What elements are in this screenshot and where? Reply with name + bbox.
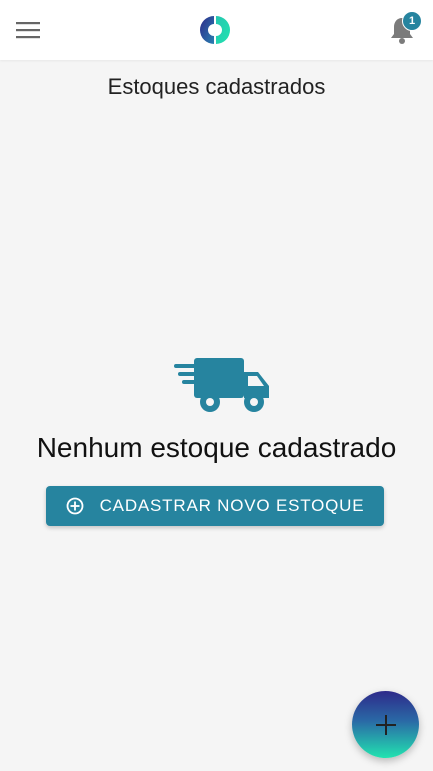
- empty-state-illustration: [172, 352, 272, 418]
- floating-add-button[interactable]: [352, 691, 419, 758]
- page-title: Estoques cadastrados: [107, 74, 326, 99]
- plus-circle-icon: [66, 497, 84, 515]
- brand-logo-icon: [200, 16, 230, 44]
- menu-button[interactable]: [12, 16, 44, 44]
- add-new-stock-button[interactable]: CADASTRAR NOVO ESTOQUE: [46, 486, 384, 526]
- app-bar: 1: [0, 0, 433, 60]
- empty-state-message: Nenhum estoque cadastrado: [36, 432, 397, 463]
- add-new-stock-button-label: CADASTRAR NOVO ESTOQUE: [99, 496, 365, 515]
- brand-logo[interactable]: [193, 9, 235, 51]
- hamburger-menu-icon: [16, 22, 40, 39]
- plus-icon: [375, 714, 396, 735]
- notification-badge: 1: [402, 11, 422, 31]
- delivery-truck-icon: [174, 358, 269, 412]
